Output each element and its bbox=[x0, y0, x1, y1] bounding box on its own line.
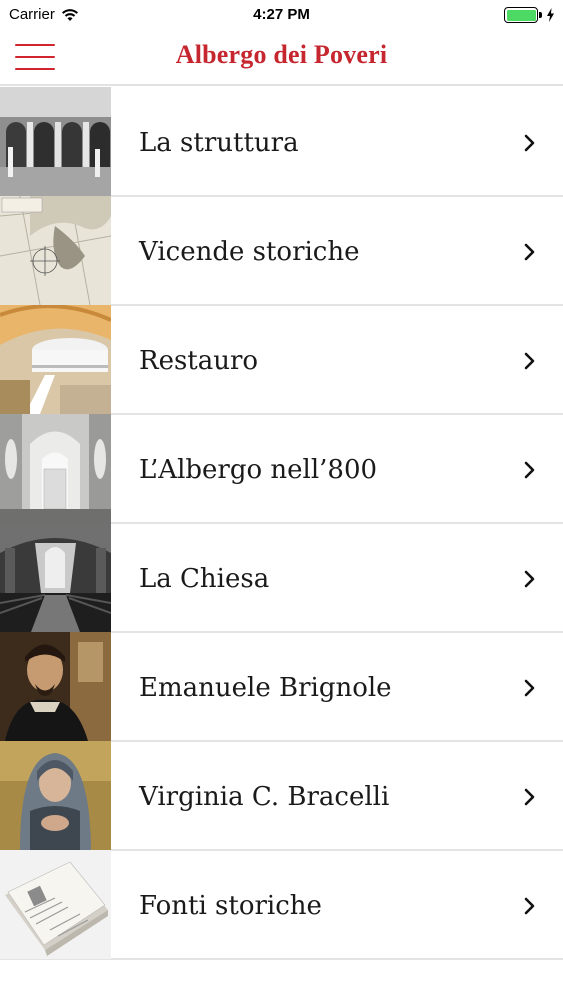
list-item-label: Emanuele Brignole bbox=[139, 672, 392, 703]
chevron-right-icon bbox=[524, 352, 535, 370]
status-time: 4:27 PM bbox=[253, 6, 310, 23]
list-item-albergo-800[interactable]: L’Albergo nell’800 bbox=[0, 414, 563, 524]
chevron-right-icon bbox=[524, 897, 535, 915]
chevron-right-icon bbox=[524, 461, 535, 479]
list-item-emanuele-brignole[interactable]: Emanuele Brignole bbox=[0, 632, 563, 742]
list-item-fonti-storiche[interactable]: Fonti storiche bbox=[0, 850, 563, 960]
bracelli-portrait-thumbnail bbox=[0, 741, 111, 850]
list-item-restauro[interactable]: Restauro bbox=[0, 305, 563, 415]
church-nave-thumbnail bbox=[0, 523, 111, 632]
nav-bar: Albergo dei Poveri bbox=[0, 30, 563, 86]
chevron-right-icon bbox=[524, 679, 535, 697]
chevron-right-icon bbox=[524, 570, 535, 588]
page-title: Albergo dei Poveri bbox=[175, 40, 388, 69]
charging-bolt-icon bbox=[547, 8, 554, 22]
chevron-right-icon bbox=[524, 134, 535, 152]
list-item-la-chiesa[interactable]: La Chiesa bbox=[0, 523, 563, 633]
chevron-right-icon bbox=[524, 243, 535, 261]
list-item-label: Vicende storiche bbox=[139, 236, 360, 267]
list-item-label: Virginia C. Bracelli bbox=[139, 781, 390, 812]
statue-corridor-thumbnail bbox=[0, 414, 111, 523]
status-bar: Carrier 4:27 PM bbox=[0, 0, 563, 30]
arcade-hall-thumbnail bbox=[0, 87, 111, 196]
battery-icon bbox=[504, 7, 542, 23]
list-item-label: La Chiesa bbox=[139, 563, 270, 594]
battery-tip bbox=[539, 12, 542, 18]
status-right bbox=[504, 7, 555, 23]
list-item-virginia-bracelli[interactable]: Virginia C. Bracelli bbox=[0, 741, 563, 851]
list-item-vicende-storiche[interactable]: Vicende storiche bbox=[0, 196, 563, 306]
historic-documents-thumbnail bbox=[0, 850, 111, 959]
battery-fill bbox=[506, 9, 536, 21]
historic-map-thumbnail bbox=[0, 196, 111, 305]
list-item-label: Fonti storiche bbox=[139, 890, 322, 921]
list-item-la-struttura[interactable]: La struttura bbox=[0, 87, 563, 197]
brignole-portrait-thumbnail bbox=[0, 632, 111, 741]
list-item-label: Restauro bbox=[139, 345, 259, 376]
list-item-label: L’Albergo nell’800 bbox=[139, 454, 378, 485]
chevron-right-icon bbox=[524, 788, 535, 806]
list-item-label: La struttura bbox=[139, 127, 299, 158]
restored-interior-thumbnail bbox=[0, 305, 111, 414]
section-list: La struttura Vicende storiche Restauro L… bbox=[0, 87, 563, 960]
